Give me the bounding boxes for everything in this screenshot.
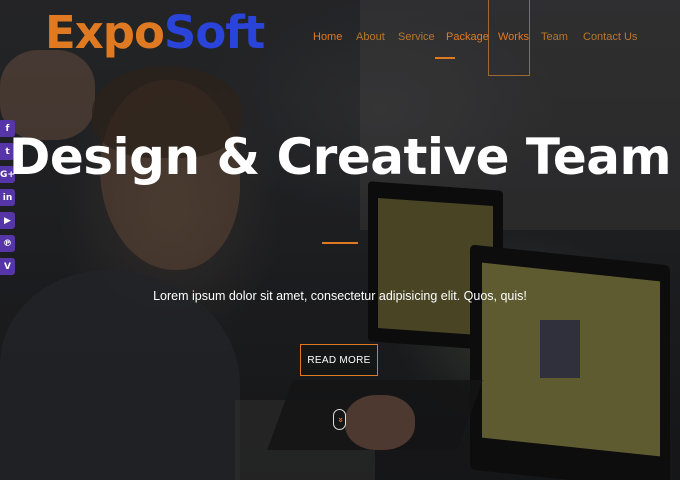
hero-subtitle: Lorem ipsum dolor sit amet, consectetur … xyxy=(153,289,527,303)
pinterest-icon[interactable]: ℗ xyxy=(0,235,15,252)
linkedin-icon[interactable]: in xyxy=(0,189,15,206)
background-keyboard xyxy=(267,380,483,450)
background-screen-house xyxy=(540,320,580,378)
hero-background xyxy=(0,0,680,480)
hero-title: Design & Creative Team xyxy=(8,128,672,186)
nav-item-about[interactable]: About xyxy=(356,31,385,43)
hero-divider xyxy=(322,242,358,244)
youtube-icon[interactable]: ▶ xyxy=(0,212,15,229)
nav-item-team[interactable]: Team xyxy=(541,31,568,43)
logo-part-expo: Expo xyxy=(45,6,165,59)
logo-part-soft: Soft xyxy=(163,6,265,59)
background-laptop xyxy=(470,244,670,480)
vimeo-icon[interactable]: V xyxy=(0,258,15,275)
nav-item-works[interactable]: Works xyxy=(498,31,529,43)
site-logo[interactable]: ExpoSoft xyxy=(45,6,265,59)
nav-item-service[interactable]: Service xyxy=(398,31,435,43)
background-table xyxy=(235,400,375,480)
nav-underline xyxy=(435,57,455,59)
nav-item-package[interactable]: Package xyxy=(446,31,489,43)
scroll-down-icon[interactable]: » xyxy=(333,409,346,430)
background-laptop xyxy=(368,181,503,351)
read-more-button[interactable]: READ MORE xyxy=(300,344,378,376)
nav-item-contact[interactable]: Contact Us xyxy=(583,31,637,43)
background-laptop-screen xyxy=(378,197,493,337)
nav-item-home[interactable]: Home xyxy=(313,31,342,43)
background-hand xyxy=(345,395,415,450)
